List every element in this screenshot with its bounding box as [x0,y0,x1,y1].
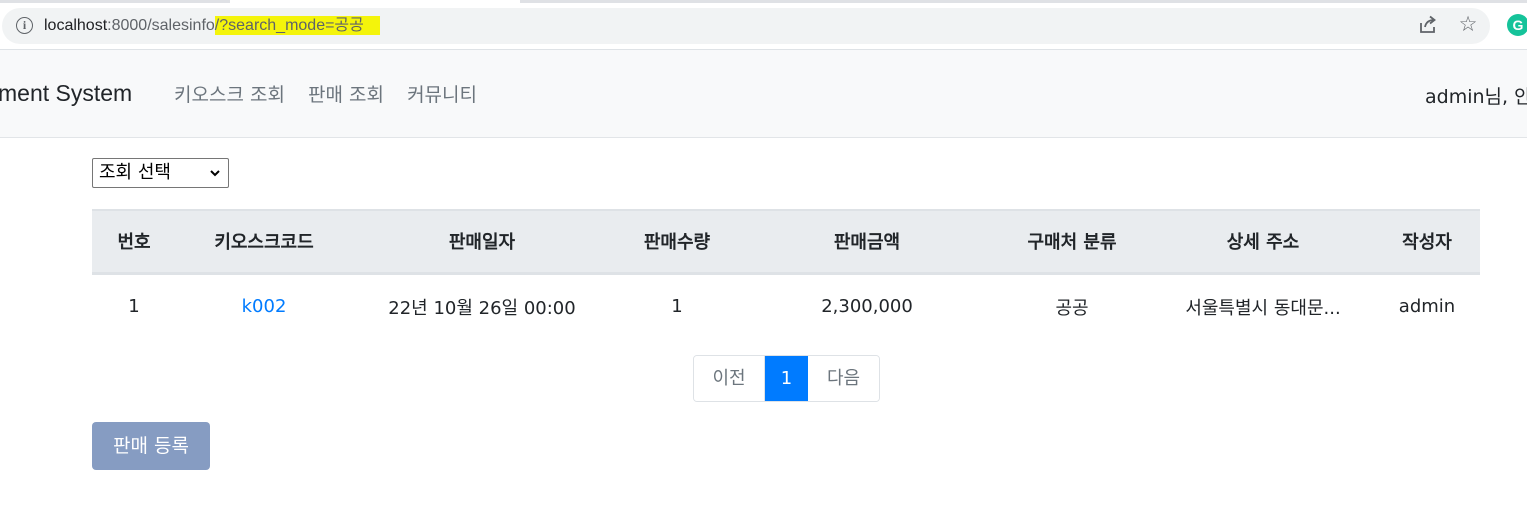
browser-chrome: i localhost:8000/salesinfo/?search_mode=… [0,0,1527,50]
header-author: 작성자 [1374,209,1480,275]
header-kiosk-code: 키오스크코드 [176,209,352,275]
table-header-row: 번호 키오스크코드 판매일자 판매수량 판매금액 구매처 분류 상세 주소 작성… [92,209,1480,275]
info-icon[interactable]: i [16,17,33,34]
user-greeting: admin님, 안 [1425,86,1527,108]
grammarly-icon[interactable]: G [1507,14,1527,36]
nav-link-kiosk-lookup[interactable]: 키오스크 조회 [174,80,285,107]
header-address: 상세 주소 [1152,209,1374,275]
search-mode-select[interactable]: 조회 선택 [92,158,229,188]
search-mode-selected: 조회 선택 [99,162,171,183]
tab-edge-left [0,0,230,3]
pagination: 이전 1 다음 [693,355,880,402]
cell-amount: 2,300,000 [821,296,913,318]
cell-buyer-type: 공공 [1055,297,1089,319]
kiosk-code-link[interactable]: k002 [242,296,287,317]
header-sale-date: 판매일자 [352,209,612,275]
url-host: localhost [44,17,108,34]
page-number-current[interactable]: 1 [765,356,808,401]
header-amount: 판매금액 [742,209,992,275]
cell-no: 1 [128,296,140,318]
nav-links: 키오스크 조회 판매 조회 커뮤니티 [174,80,495,107]
nav-link-community[interactable]: 커뮤니티 [407,80,477,107]
register-sale-button[interactable]: 판매 등록 [92,422,210,470]
tab-edge-right [520,0,1527,3]
header-buyer-type: 구매처 분류 [992,209,1152,275]
chevron-down-icon [210,170,220,177]
cell-author: admin [1398,296,1456,318]
sales-table: 번호 키오스크코드 판매일자 판매수량 판매금액 구매처 분류 상세 주소 작성… [92,209,1480,339]
cell-kiosk-code: k002 [176,273,352,339]
tab-strip-edge [0,0,1527,4]
header-quantity: 판매수량 [612,209,742,275]
top-navbar: ment System 키오스크 조회 판매 조회 커뮤니티 admin님, 안 [0,50,1527,138]
page-next-button[interactable]: 다음 [808,356,879,401]
url-path: :8000/salesinfo [107,17,215,34]
page-prev-button[interactable]: 이전 [694,356,765,401]
cell-quantity: 1 [671,296,683,318]
nav-link-sales-lookup[interactable]: 판매 조회 [308,80,384,107]
header-no: 번호 [92,209,176,275]
cell-address: 서울특별시 동대문... [1185,297,1341,319]
cell-sale-date: 22년 10월 26일 00:00 [388,297,576,319]
url-query-highlighted: /?search_mode=공공 [214,16,380,35]
table-row: 1 k002 22년 10월 26일 00:00 1 2,300,000 공공 … [92,273,1480,339]
share-icon[interactable] [1418,15,1438,35]
star-icon[interactable]: ☆ [1457,13,1479,35]
address-bar[interactable]: i localhost:8000/salesinfo/?search_mode=… [2,8,1490,44]
url-text[interactable]: localhost:8000/salesinfo/?search_mode=공공 [44,16,380,38]
brand-title[interactable]: ment System [0,80,132,107]
